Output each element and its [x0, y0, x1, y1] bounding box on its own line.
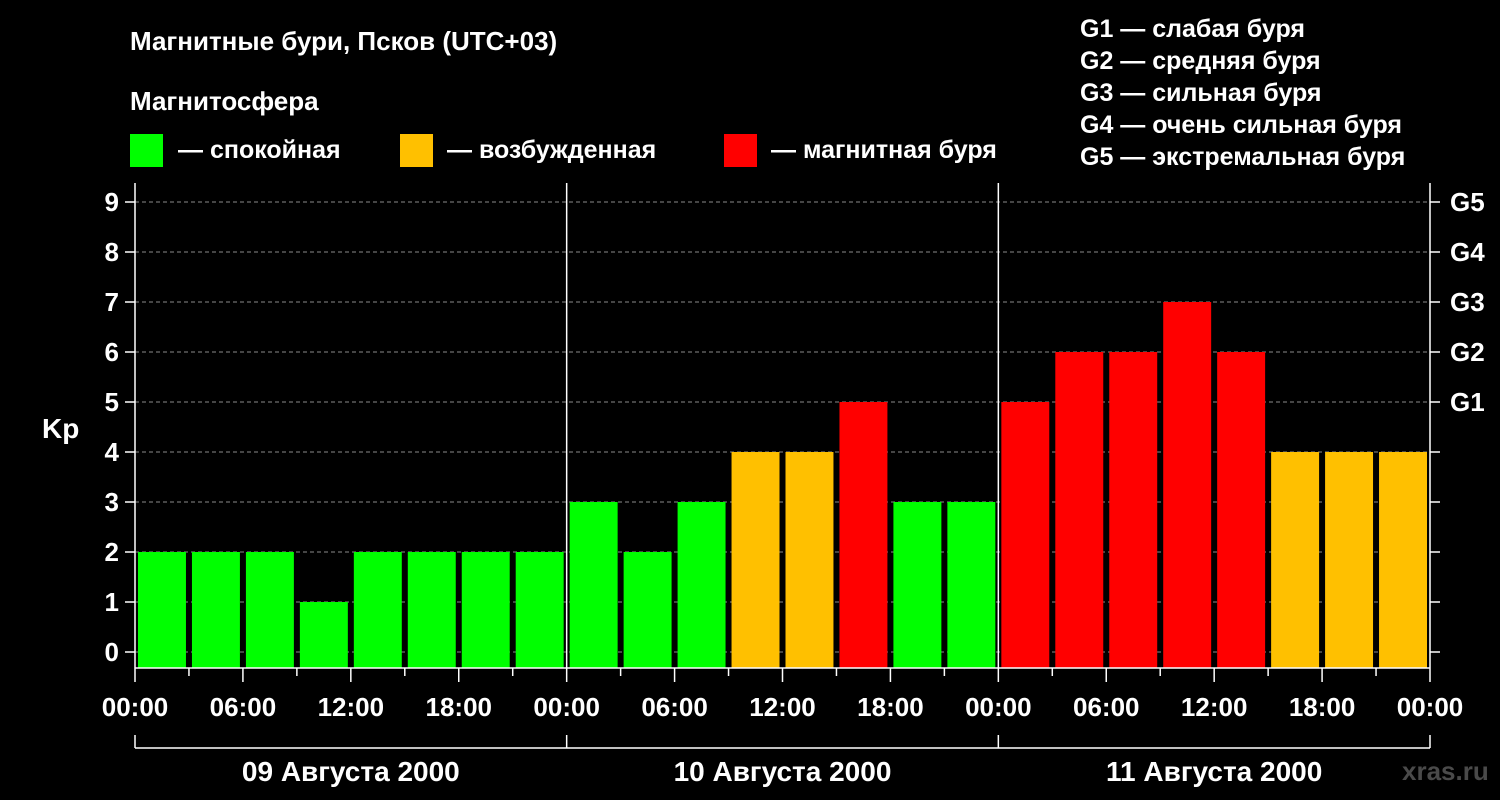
day-label: 10 Августа 2000 [674, 756, 892, 787]
legend-swatch-storm [724, 134, 757, 167]
kp-bar [1325, 452, 1374, 668]
kp-bar [839, 402, 888, 668]
kp-bar [947, 502, 996, 668]
x-tick-label: 12:00 [1181, 692, 1248, 722]
kp-bar [353, 552, 402, 668]
storm-scale-g5: G5 — экстремальная буря [1080, 143, 1405, 171]
x-tick-label: 06:00 [641, 692, 708, 722]
kp-bar [299, 602, 348, 668]
x-tick-label: 06:00 [210, 692, 277, 722]
y-tick-label: 1 [105, 587, 119, 617]
kp-bar [1001, 402, 1050, 668]
storm-scale-g1: G1 — слабая буря [1080, 15, 1305, 43]
kp-bar [731, 452, 780, 668]
y-tick-label: 6 [105, 337, 119, 367]
day-label: 09 Августа 2000 [242, 756, 460, 787]
kp-bar [461, 552, 510, 668]
x-tick-label: 06:00 [1073, 692, 1140, 722]
kp-bar [1109, 352, 1158, 668]
chart-title: Магнитные бури, Псков (UTC+03) [130, 26, 557, 56]
storm-scale-g3: G3 — сильная буря [1080, 79, 1322, 107]
x-tick-label: 18:00 [1289, 692, 1356, 722]
g-level-label: G3 [1450, 287, 1485, 317]
kp-bar [138, 552, 186, 668]
x-tick-label: 00:00 [965, 692, 1032, 722]
day-label: 11 Августа 2000 [1106, 756, 1322, 787]
x-tick-label: 18:00 [857, 692, 924, 722]
kp-bar [569, 502, 618, 668]
kp-bar [1379, 452, 1427, 668]
y-tick-label: 0 [105, 637, 119, 667]
g-level-label: G5 [1450, 187, 1485, 217]
kp-bar [1055, 352, 1104, 668]
g-level-label: G1 [1450, 387, 1485, 417]
legend-label-calm: — спокойная [178, 136, 341, 164]
y-tick-label: 9 [105, 187, 119, 217]
y-tick-label: 8 [105, 237, 119, 267]
kp-bar [245, 552, 294, 668]
y-tick-label: 2 [105, 537, 119, 567]
g-level-label: G2 [1450, 337, 1485, 367]
y-tick-label: 7 [105, 287, 119, 317]
kp-bar [191, 552, 240, 668]
y-axis-label: Kp [42, 413, 79, 444]
g-level-label: G4 [1450, 237, 1485, 267]
y-tick-label: 3 [105, 487, 119, 517]
legend: — спокойная — возбужденная — магнитная б… [130, 134, 997, 167]
legend-swatch-active [400, 134, 433, 167]
kp-bar [515, 552, 564, 668]
storm-scale-g4: G4 — очень сильная буря [1080, 111, 1402, 139]
x-tick-label: 12:00 [749, 692, 816, 722]
legend-swatch-calm [130, 134, 163, 167]
storm-scale-g2: G2 — средняя буря [1080, 47, 1321, 75]
x-tick-label: 00:00 [102, 692, 169, 722]
watermark: xras.ru [1402, 756, 1489, 786]
x-tick-label: 18:00 [426, 692, 493, 722]
legend-label-storm: — магнитная буря [771, 136, 997, 164]
kp-bar [623, 552, 672, 668]
legend-label-active: — возбужденная [447, 136, 656, 164]
y-tick-label: 5 [105, 387, 119, 417]
kp-bar [1271, 452, 1320, 668]
storm-scale-list: G1 — слабая буря G2 — средняя буря G3 — … [1080, 15, 1405, 171]
kp-bar [1217, 352, 1266, 668]
x-tick-label: 12:00 [318, 692, 385, 722]
kp-bar [893, 502, 942, 668]
y-tick-label: 4 [105, 437, 120, 467]
x-tick-label: 00:00 [533, 692, 600, 722]
bars [138, 302, 1427, 668]
kp-bar [407, 552, 456, 668]
legend-title: Магнитосфера [130, 86, 319, 116]
x-tick-label: 00:00 [1397, 692, 1464, 722]
kp-bar [785, 452, 834, 668]
kp-bar [677, 502, 726, 668]
kp-chart: Магнитные бури, Псков (UTC+03) Магнитосф… [42, 15, 1489, 787]
kp-bar [1163, 302, 1212, 668]
